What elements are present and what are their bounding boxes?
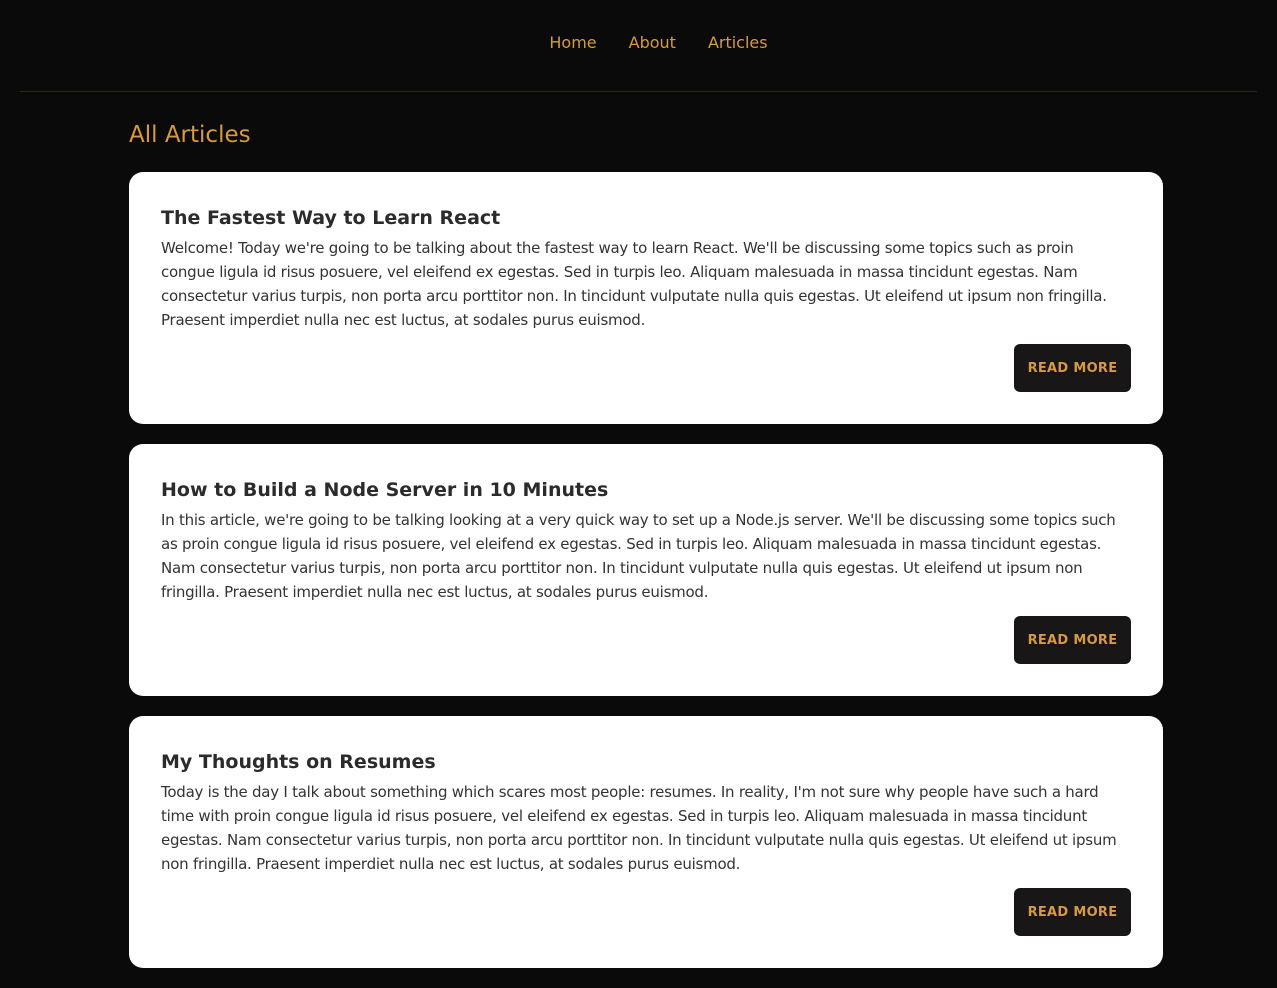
article-title: How to Build a Node Server in 10 Minutes <box>161 479 609 501</box>
article-title: My Thoughts on Resumes <box>161 751 436 773</box>
article-excerpt: Today is the day I talk about something … <box>161 783 1117 873</box>
nav-link-home[interactable]: Home <box>549 33 596 52</box>
article-title: The Fastest Way to Learn React <box>161 207 501 229</box>
article-card: The Fastest Way to Learn React Welcome! … <box>129 172 1163 424</box>
read-more-button[interactable]: READ MORE <box>1014 344 1131 392</box>
article-excerpt: In this article, we're going to be talki… <box>161 511 1116 601</box>
nav-link-about[interactable]: About <box>629 33 676 52</box>
article-excerpt: Welcome! Today we're going to be talking… <box>161 239 1107 329</box>
article-card: My Thoughts on Resumes Today is the day … <box>129 716 1163 968</box>
nav-link-articles[interactable]: Articles <box>708 33 768 52</box>
read-more-button[interactable]: READ MORE <box>1014 616 1131 664</box>
read-more-button[interactable]: READ MORE <box>1014 888 1131 936</box>
article-card: How to Build a Node Server in 10 Minutes… <box>129 444 1163 696</box>
top-nav: Home About Articles <box>0 0 1277 91</box>
articles-list: All Articles The Fastest Way to Learn Re… <box>129 92 1163 968</box>
page-title: All Articles <box>129 122 251 148</box>
